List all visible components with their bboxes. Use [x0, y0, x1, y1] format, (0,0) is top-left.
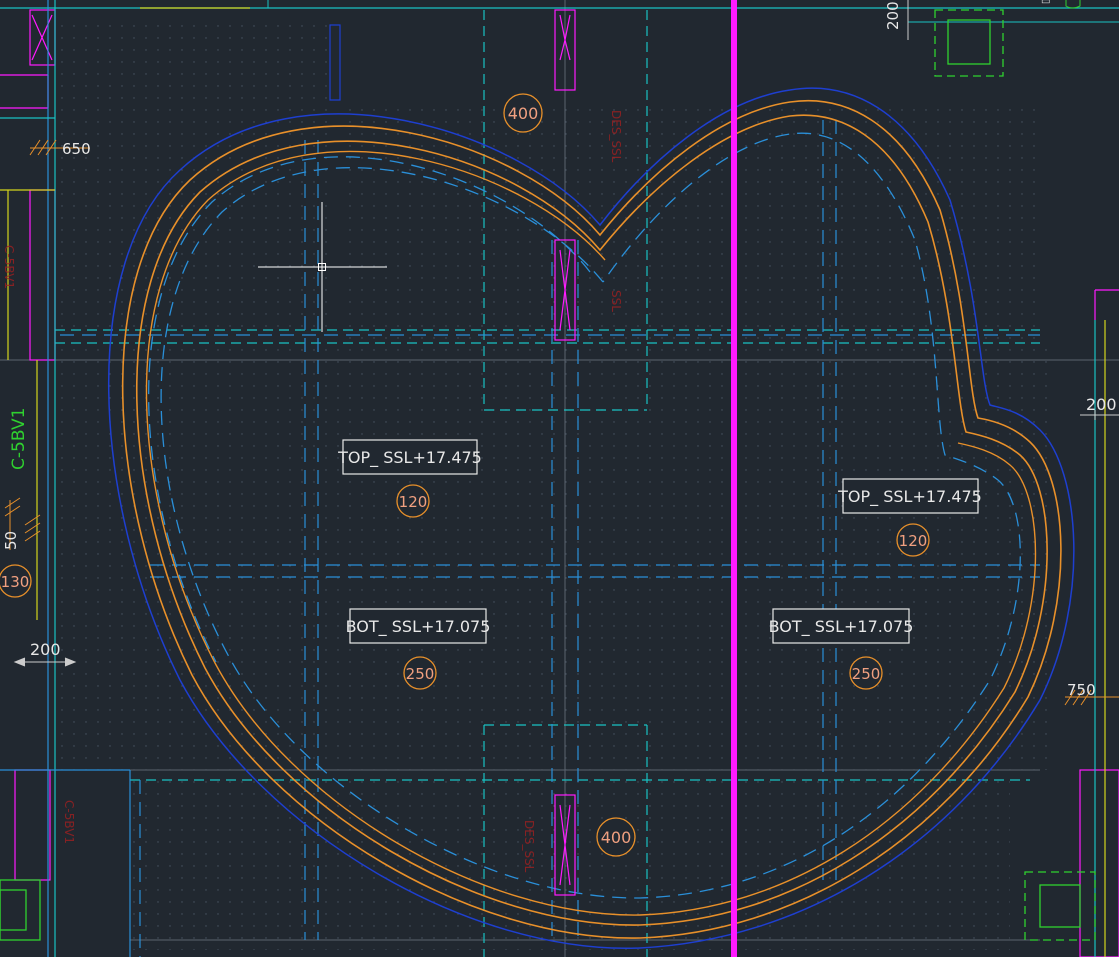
- level-top-right-text: TOP_ SSL+17.475: [837, 487, 982, 507]
- dimension-200-left-text: 200: [30, 640, 61, 659]
- svg-text:C-5BV1: C-5BV1: [62, 800, 76, 844]
- corner-mark: ▭: [1041, 0, 1050, 7]
- svg-text:DES_SSL: DES_SSL: [609, 110, 623, 163]
- dimension-650-text: 650: [62, 140, 91, 158]
- level-bot-left-text: BOT_ SSL+17.075: [346, 617, 491, 637]
- tag-c-5bv1: C-5BV1: [9, 408, 29, 470]
- beam-400-bottom-text: 400: [601, 828, 632, 847]
- hatch-area: [340, 100, 1040, 340]
- dimension-200-right-text: 200: [1086, 395, 1117, 414]
- level-bot-right-text: BOT_ SSL+17.075: [769, 617, 914, 637]
- dimension-750-text: 750: [1067, 681, 1096, 699]
- thickness-120-right-text: 120: [899, 532, 928, 550]
- svg-text:DES_SSL: DES_SSL: [522, 820, 536, 873]
- dimension-200-top-text: 200: [884, 1, 902, 30]
- thickness-130-text: 130: [1, 573, 30, 591]
- beam-400-top-text: 400: [508, 104, 539, 123]
- dimension-50-text: 50: [2, 531, 20, 550]
- dimension-200-left: [13, 657, 77, 667]
- wall-outline: [329, 24, 341, 101]
- svg-text:SSL: SSL: [609, 290, 623, 312]
- cad-drawing-canvas[interactable]: DES_SSL SSL DES_SSL C-5BV1 C-5BV1 650 20…: [0, 0, 1119, 957]
- hatch-area: [55, 340, 1055, 770]
- top-edge-lines: [0, 0, 1119, 23]
- corner-symbol: [1065, 0, 1081, 9]
- thickness-250-right-text: 250: [852, 665, 881, 683]
- thickness-250-left-text: 250: [406, 665, 435, 683]
- thickness-120-left-text: 120: [399, 493, 428, 511]
- svg-text:C-5BV1: C-5BV1: [2, 245, 16, 289]
- level-top-left-text: TOP_ SSL+17.475: [337, 448, 482, 468]
